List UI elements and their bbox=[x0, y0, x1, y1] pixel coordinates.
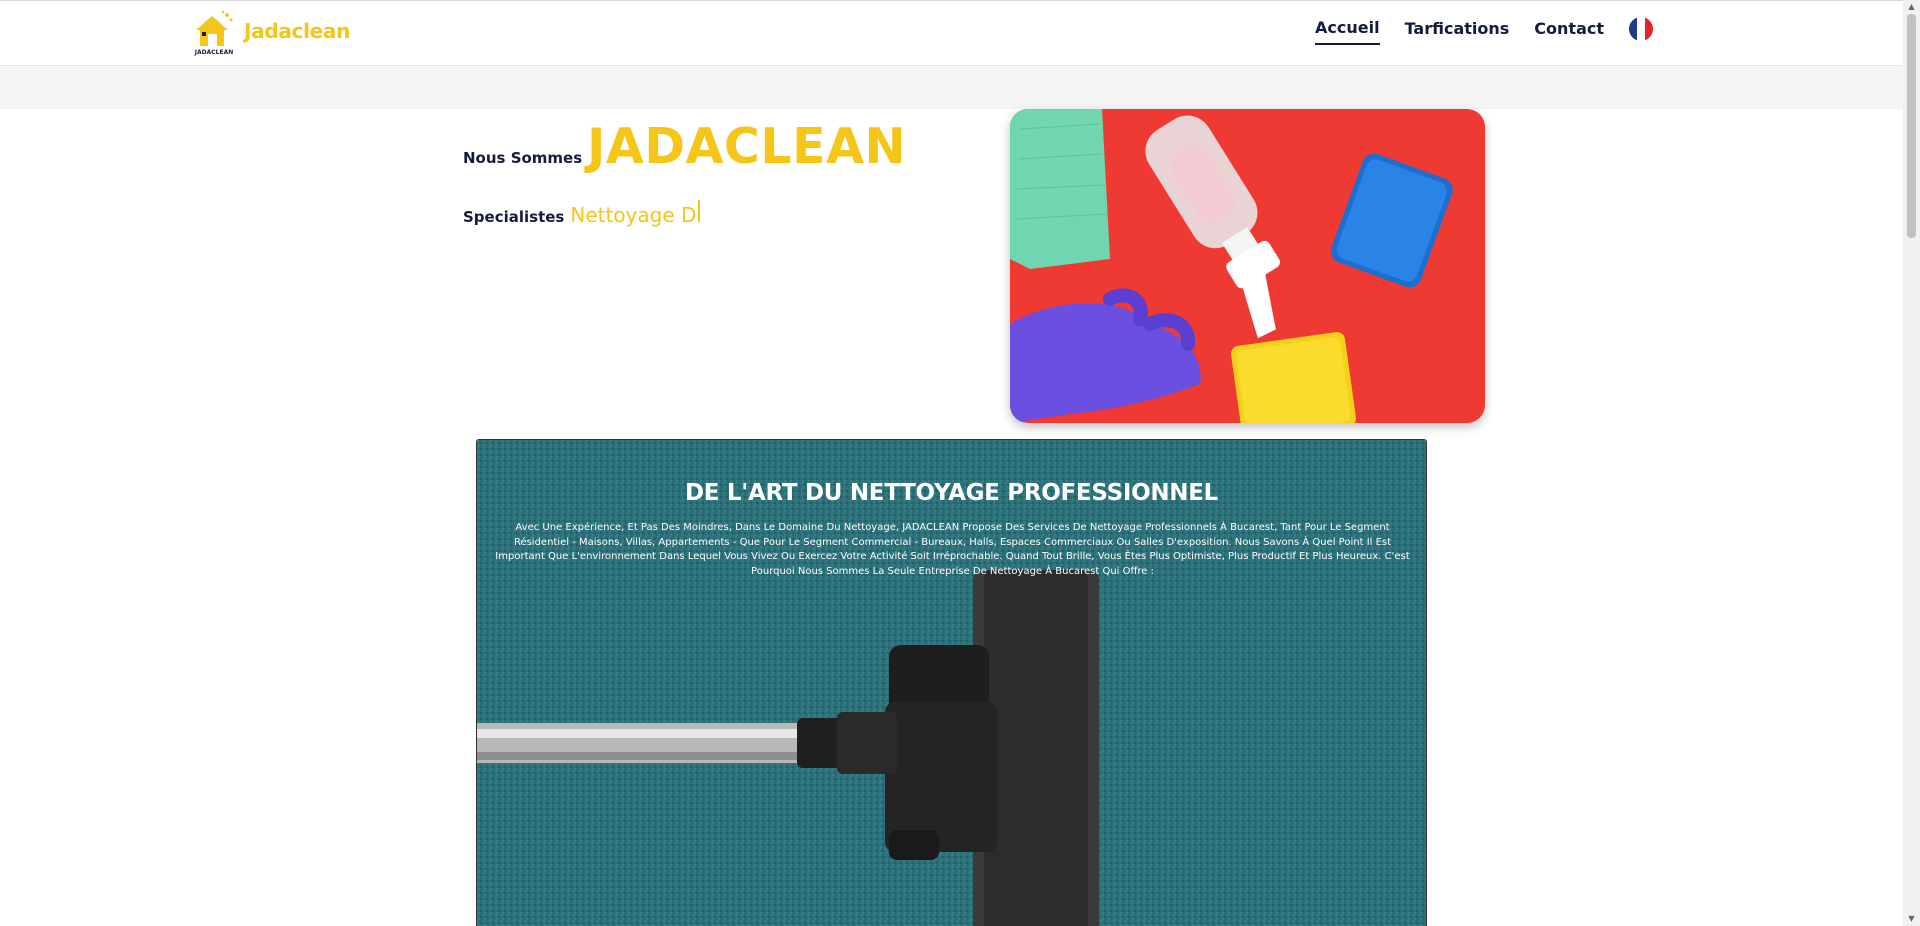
typewriter-cursor bbox=[698, 200, 701, 222]
hero-heading-brand: JADACLEAN bbox=[587, 118, 907, 175]
nav-link-accueil[interactable]: Accueil bbox=[1315, 18, 1380, 45]
nav-link-tarfications[interactable]: Tarfications bbox=[1405, 19, 1510, 44]
vacuum-cleaner-carpet-image bbox=[477, 440, 1426, 926]
scroll-down-icon[interactable]: ▼ bbox=[1903, 912, 1920, 926]
jadaclean-logo[interactable]: JADACLEAN bbox=[193, 10, 235, 56]
header-spacer-band bbox=[0, 66, 1903, 109]
fr-flag-icon[interactable] bbox=[1629, 16, 1653, 41]
brand-name[interactable]: Jadaclean bbox=[244, 19, 350, 43]
hero-heading: Nous Sommes JADACLEAN bbox=[463, 118, 906, 175]
section-description: Avec Une Expérience, Et Pas Des Moindres… bbox=[495, 522, 1410, 577]
page-scrollbar[interactable]: ▲ ▼ bbox=[1903, 0, 1920, 926]
typewriter-text: Nettoyage D bbox=[570, 203, 697, 227]
house-logo-icon: JADACLEAN bbox=[194, 10, 234, 56]
nav-link-contact[interactable]: Contact bbox=[1534, 19, 1604, 44]
professional-cleaning-section: DE L'ART DU NETTOYAGE PROFESSIONNEL Avec… bbox=[476, 439, 1427, 926]
site-header: JADACLEAN Jadaclean Accueil Tarfications… bbox=[0, 0, 1903, 66]
hero-subheading-prefix: Specialistes bbox=[463, 208, 565, 226]
scroll-up-icon[interactable]: ▲ bbox=[1903, 0, 1920, 14]
hero-subheading: Specialistes Nettoyage D bbox=[463, 200, 701, 227]
svg-text:JADACLEAN: JADACLEAN bbox=[194, 49, 234, 56]
scrollbar-thumb[interactable] bbox=[1907, 14, 1916, 238]
section-title: DE L'ART DU NETTOYAGE PROFESSIONNEL bbox=[684, 480, 1219, 506]
main-nav: Accueil Tarfications Contact bbox=[1290, 16, 1653, 45]
cleaning-supplies-image bbox=[1010, 109, 1485, 423]
hero-heading-prefix: Nous Sommes bbox=[463, 149, 583, 167]
